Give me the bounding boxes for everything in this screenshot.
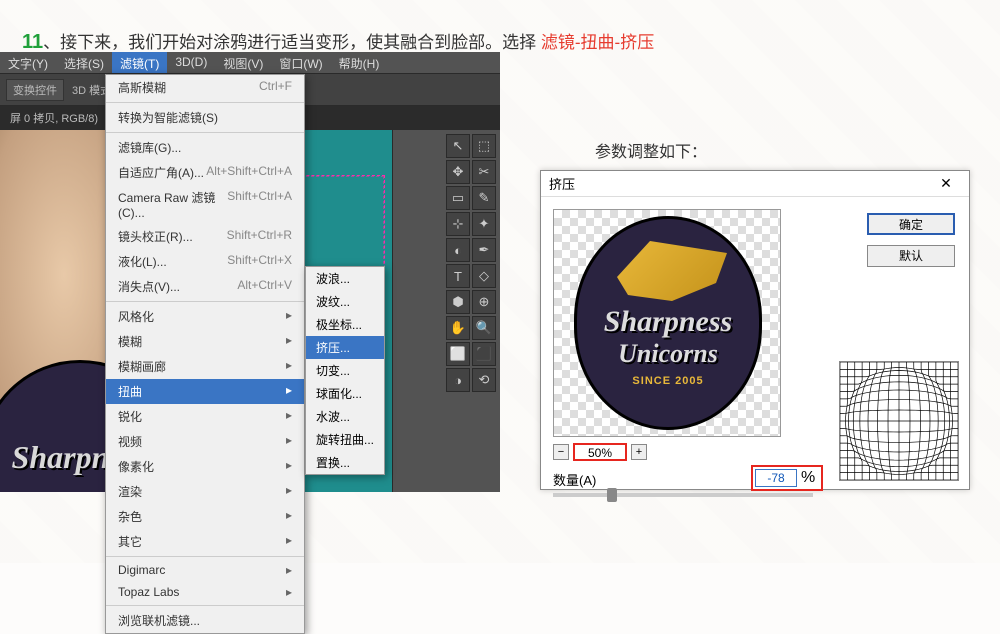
preview-area[interactable]: Sharpness Unicorns SINCE 2005 <box>553 209 781 437</box>
submenu-item[interactable]: 极坐标... <box>306 313 384 336</box>
menu-select[interactable]: 选择(S) <box>56 52 112 73</box>
menu-item[interactable]: 模糊 <box>106 329 304 354</box>
tool-button[interactable]: ⬢ <box>446 290 470 314</box>
menu-item[interactable]: 滤镜库(G)... <box>106 135 304 160</box>
menu-filter[interactable]: 滤镜(T) <box>112 52 167 73</box>
submenu-item[interactable]: 旋转扭曲... <box>306 428 384 451</box>
mesh-preview <box>839 361 959 481</box>
tool-button[interactable]: ✎ <box>472 186 496 210</box>
tool-button[interactable]: ⬛ <box>472 342 496 366</box>
tool-button[interactable]: ↖ <box>446 134 470 158</box>
menu-item[interactable]: Digimarc <box>106 559 304 581</box>
tool-button[interactable]: ✥ <box>446 160 470 184</box>
menu-item[interactable]: 消失点(V)...Alt+Ctrl+V <box>106 274 304 299</box>
step-instruction: 11、接下来，我们开始对涂鸦进行适当变形，使其融合到脸部。选择 滤镜-扭曲-挤压 <box>22 28 654 54</box>
submenu-item[interactable]: 水波... <box>306 405 384 428</box>
amount-slider[interactable] <box>553 493 813 497</box>
tool-button[interactable]: ✦ <box>472 212 496 236</box>
amount-highlight: -78 % <box>751 465 823 491</box>
tool-button[interactable]: ▭ <box>446 186 470 210</box>
menu-item[interactable]: Camera Raw 滤镜(C)...Shift+Ctrl+A <box>106 185 304 224</box>
menu-help[interactable]: 帮助(H) <box>331 52 388 73</box>
menu-item[interactable]: 高斯模糊Ctrl+F <box>106 75 304 100</box>
tool-button[interactable]: ◑ <box>446 368 470 392</box>
menu-item[interactable]: 风格化 <box>106 304 304 329</box>
zoom-value[interactable]: 50% <box>573 443 627 461</box>
tool-button[interactable]: ✋ <box>446 316 470 340</box>
tool-button[interactable]: 🔍 <box>472 316 496 340</box>
distort-submenu[interactable]: 波浪...波纹...极坐标...挤压...切变...球面化...水波...旋转扭… <box>305 266 385 475</box>
tool-button[interactable]: ⬜ <box>446 342 470 366</box>
tool-button[interactable]: ✂ <box>472 160 496 184</box>
menu-item[interactable]: 转换为智能滤镜(S) <box>106 105 304 130</box>
menu-item[interactable]: 扭曲 <box>106 379 304 404</box>
zoom-in-button[interactable]: + <box>631 444 647 460</box>
submenu-item[interactable]: 波纹... <box>306 290 384 313</box>
dialog-title: 挤压 <box>549 174 575 193</box>
filter-dropdown[interactable]: 高斯模糊Ctrl+F 转换为智能滤镜(S) 滤镜库(G)...自适应广角(A)...… <box>105 74 305 634</box>
ok-button[interactable]: 确定 <box>867 213 955 235</box>
amount-unit: % <box>801 469 815 487</box>
unicorn-icon <box>617 241 727 301</box>
slider-thumb[interactable] <box>607 488 617 502</box>
menu-item[interactable]: 镜头校正(R)...Shift+Ctrl+R <box>106 224 304 249</box>
menu-view[interactable]: 视图(V) <box>215 52 271 73</box>
menu-item[interactable]: 锐化 <box>106 404 304 429</box>
step-number: 11 <box>22 31 43 53</box>
tool-button[interactable]: ◇ <box>472 264 496 288</box>
menu-item[interactable]: 模糊画廊 <box>106 354 304 379</box>
menu-item[interactable]: Topaz Labs <box>106 581 304 603</box>
close-icon[interactable]: ✕ <box>931 175 961 192</box>
transform-controls-toggle[interactable]: 变换控件 <box>6 79 64 101</box>
param-heading: 参数调整如下： <box>595 138 707 162</box>
tool-button[interactable]: T <box>446 264 470 288</box>
submenu-item[interactable]: 置换... <box>306 451 384 474</box>
ps-menubar[interactable]: 文字(Y) 选择(S) 滤镜(T) 3D(D) 视图(V) 窗口(W) 帮助(H… <box>0 52 500 74</box>
menu-item[interactable]: 像素化 <box>106 454 304 479</box>
submenu-item[interactable]: 波浪... <box>306 267 384 290</box>
menu-text[interactable]: 文字(Y) <box>0 52 56 73</box>
submenu-item[interactable]: 切变... <box>306 359 384 382</box>
step-highlight: 滤镜-扭曲-挤压 <box>541 33 654 52</box>
tool-button[interactable]: ⊕ <box>472 290 496 314</box>
menu-item[interactable]: 液化(L)...Shift+Ctrl+X <box>106 249 304 274</box>
tools-panel: ↖⬚✥✂▭✎⊹✦◐✒T◇⬢⊕✋🔍⬜⬛◑⟲ <box>392 130 500 492</box>
menu-item[interactable]: 渲染 <box>106 479 304 504</box>
menu-item[interactable]: 杂色 <box>106 504 304 529</box>
submenu-item[interactable]: 球面化... <box>306 382 384 405</box>
default-button[interactable]: 默认 <box>867 245 955 267</box>
submenu-item[interactable]: 挤压... <box>306 336 384 359</box>
tool-button[interactable]: ✒ <box>472 238 496 262</box>
menu-3d[interactable]: 3D(D) <box>167 52 215 73</box>
menu-item[interactable]: 其它 <box>106 529 304 554</box>
menu-item[interactable]: 浏览联机滤镜... <box>106 608 304 633</box>
zoom-out-button[interactable]: − <box>553 444 569 460</box>
amount-label: 数量(A) <box>553 470 596 489</box>
pinch-dialog: 挤压 ✕ Sharpness Unicorns SINCE 2005 − 50%… <box>540 170 970 490</box>
tool-button[interactable]: ◐ <box>446 238 470 262</box>
menu-window[interactable]: 窗口(W) <box>271 52 330 73</box>
menu-item[interactable]: 自适应广角(A)...Alt+Shift+Ctrl+A <box>106 160 304 185</box>
menu-item[interactable]: 视频 <box>106 429 304 454</box>
tool-button[interactable]: ⟲ <box>472 368 496 392</box>
tool-button[interactable]: ⊹ <box>446 212 470 236</box>
amount-input[interactable]: -78 <box>755 469 797 487</box>
preview-logo: Sharpness Unicorns SINCE 2005 <box>574 216 762 430</box>
tool-button[interactable]: ⬚ <box>472 134 496 158</box>
